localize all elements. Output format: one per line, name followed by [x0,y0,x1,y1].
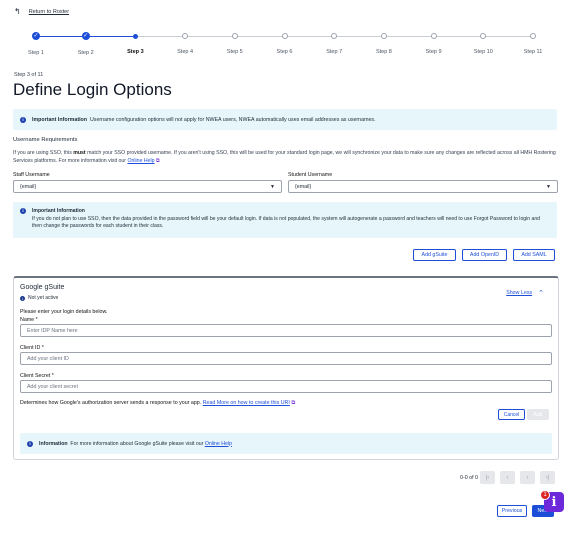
online-help-link[interactable]: Online Help [127,158,154,164]
student-username-select[interactable]: {email} ▼ [288,180,558,193]
step-dot [480,33,487,39]
current-step-dot [132,34,138,39]
add-gsuite-button[interactable]: Add gSuite [413,249,456,261]
step-dot [281,33,288,39]
first-page-icon: |‹ [485,474,490,481]
username-requirements-heading: Username Requirements [13,137,78,143]
step-4: Step 4 [160,30,210,55]
step-2: ✓ Step 2 [61,30,111,56]
external-link-icon: ⧉ [156,158,160,164]
gsuite-online-help-link[interactable]: Online Help [205,441,232,447]
notification-badge: 1 [540,490,550,500]
step-dot [530,33,536,39]
step-dot [231,33,238,39]
check-icon: ✓ [32,32,40,40]
redirect-uri-help: Determines how Google's authorization se… [20,400,296,406]
step-label: Step 1 [28,50,44,56]
add-button[interactable]: Add [527,409,549,420]
status-badge: i Not yet active [20,295,58,301]
check-icon: ✓ [81,32,90,40]
password-info-text: If you do not plan to use SSO, then the … [32,215,540,230]
info-icon: i [20,208,26,214]
step-label: Step 5 [226,49,243,55]
step-label: Step 2 [77,50,94,56]
gsuite-config-card: Google gSuite i Not yet active Show Less… [13,276,559,460]
step-6: Step 6 [260,30,310,55]
step-label: Step 3 [127,49,144,55]
step-dot [182,33,189,39]
chevron-right-icon: › [526,474,529,481]
chevron-down-icon: ▼ [546,183,551,190]
step-1: ✓ Step 1 [11,30,61,56]
username-requirements-text: If you are using SSO, this must match yo… [13,150,556,164]
step-7: Step 7 [309,30,359,55]
back-arrow-icon: ↰ [14,7,21,16]
step-label: Step 10 [473,49,493,55]
important-info-banner: i Important Information Username configu… [13,109,557,130]
staff-username-select[interactable]: {email} ▼ [13,180,282,193]
login-details-instructions: Please enter your login details below. [20,309,108,315]
client-secret-input[interactable]: Add your client secret [20,380,552,393]
step-label: Step 6 [276,49,293,55]
last-page-button[interactable]: ›| [540,471,555,484]
idp-name-input[interactable]: Enter IDP Name here [20,324,552,337]
step-5: Step 5 [210,30,260,55]
gsuite-info-banner: i Information For more information about… [20,433,552,454]
last-page-icon: ›| [545,474,550,481]
step-8: Step 8 [359,30,409,55]
staff-username-label: Staff Username [13,172,50,178]
info-icon: i [27,440,33,447]
important-info-label: Important Information [32,116,88,123]
add-openid-button[interactable]: Add OpenID [462,249,507,261]
gsuite-card-title: Google gSuite [20,284,65,291]
step-counter: Step 3 of 11 [14,72,44,78]
step-10: Step 10 [458,30,508,55]
chevron-up-icon: ⌃ [538,290,544,297]
step-3: Step 3 [110,30,160,55]
step-dot [380,33,387,39]
pager-count: 0-0 of 0 [460,475,478,481]
read-more-link[interactable]: Read More on how to create this URI [203,400,290,406]
step-9: Step 9 [409,30,459,55]
client-secret-label: Client Secret * [20,373,54,379]
step-dot [331,33,338,39]
prev-page-button[interactable]: ‹ [500,471,515,484]
show-less-toggle[interactable]: Show Less ⌃ [506,289,544,297]
name-label: Name * [20,317,38,323]
info-icon: i [20,116,26,123]
client-id-label: Client ID * [20,345,44,351]
step-label: Step 11 [523,49,543,55]
step-label: Step 8 [375,49,392,55]
previous-button[interactable]: Previous [497,505,527,517]
page-title: Define Login Options [13,80,172,99]
step-11: Step 11 [508,30,558,55]
return-to-roster-label: Return to Roster [28,9,70,15]
step-label: Step 4 [177,49,194,55]
cancel-button[interactable]: Cancel [498,409,525,420]
step-label: Step 9 [425,49,442,55]
return-to-roster-link[interactable]: ↰ Return to Roster [14,8,69,16]
next-page-button[interactable]: › [520,471,535,484]
student-username-label: Student Username [288,172,333,178]
important-info-text: Username configuration options will not … [89,116,376,123]
add-saml-button[interactable]: Add SAML [513,249,555,261]
progress-stepper: ✓ Step 1 ✓ Step 2 Step 3 Step 4 Step 5 Step 6 St… [14,30,554,60]
chevron-left-icon: ‹ [506,474,509,481]
step-dot [430,33,437,39]
first-page-button[interactable]: |‹ [480,471,495,484]
step-label: Step 7 [326,49,343,55]
status-info-icon: i [20,295,25,301]
chevron-down-icon: ▼ [270,183,275,190]
client-id-input[interactable]: Add your client ID [20,352,552,365]
password-info-banner: i Important Information If you do not pl… [13,202,557,238]
external-link-icon: ⧉ [291,400,296,406]
password-info-label: Important Information [32,208,85,214]
